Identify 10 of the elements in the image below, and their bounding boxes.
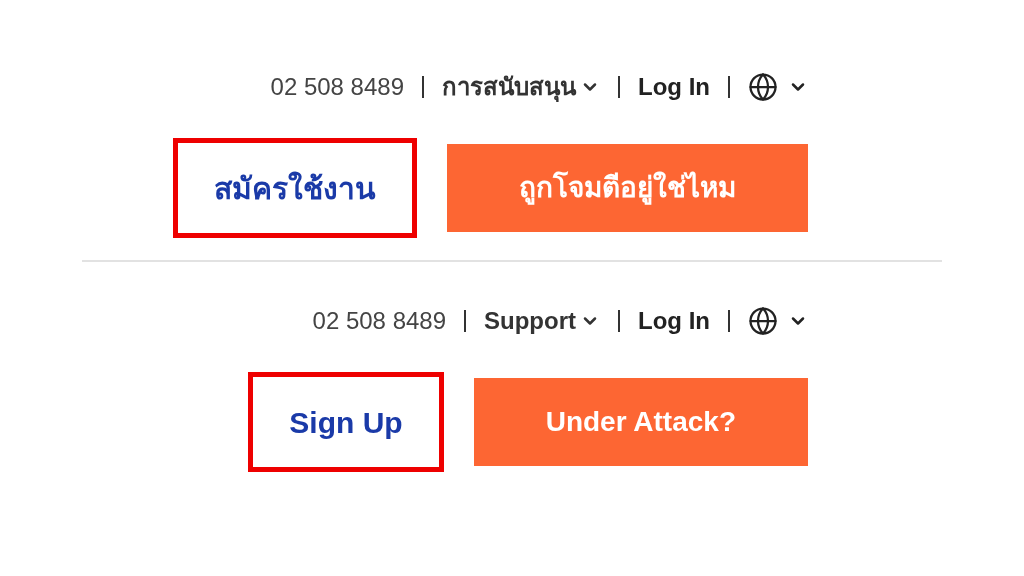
login-link[interactable]: Log In bbox=[638, 72, 710, 102]
support-menu[interactable]: การสนับสนุน bbox=[442, 72, 600, 102]
signup-button[interactable]: Sign Up bbox=[248, 372, 444, 472]
signup-button[interactable]: สมัครใช้งาน bbox=[173, 138, 417, 238]
phone-number: 02 508 8489 bbox=[270, 72, 404, 102]
globe-icon bbox=[748, 306, 778, 336]
phone-number: 02 508 8489 bbox=[312, 306, 447, 336]
login-link[interactable]: Log In bbox=[638, 306, 710, 336]
support-menu[interactable]: Support bbox=[484, 306, 600, 336]
globe-icon bbox=[748, 72, 778, 102]
